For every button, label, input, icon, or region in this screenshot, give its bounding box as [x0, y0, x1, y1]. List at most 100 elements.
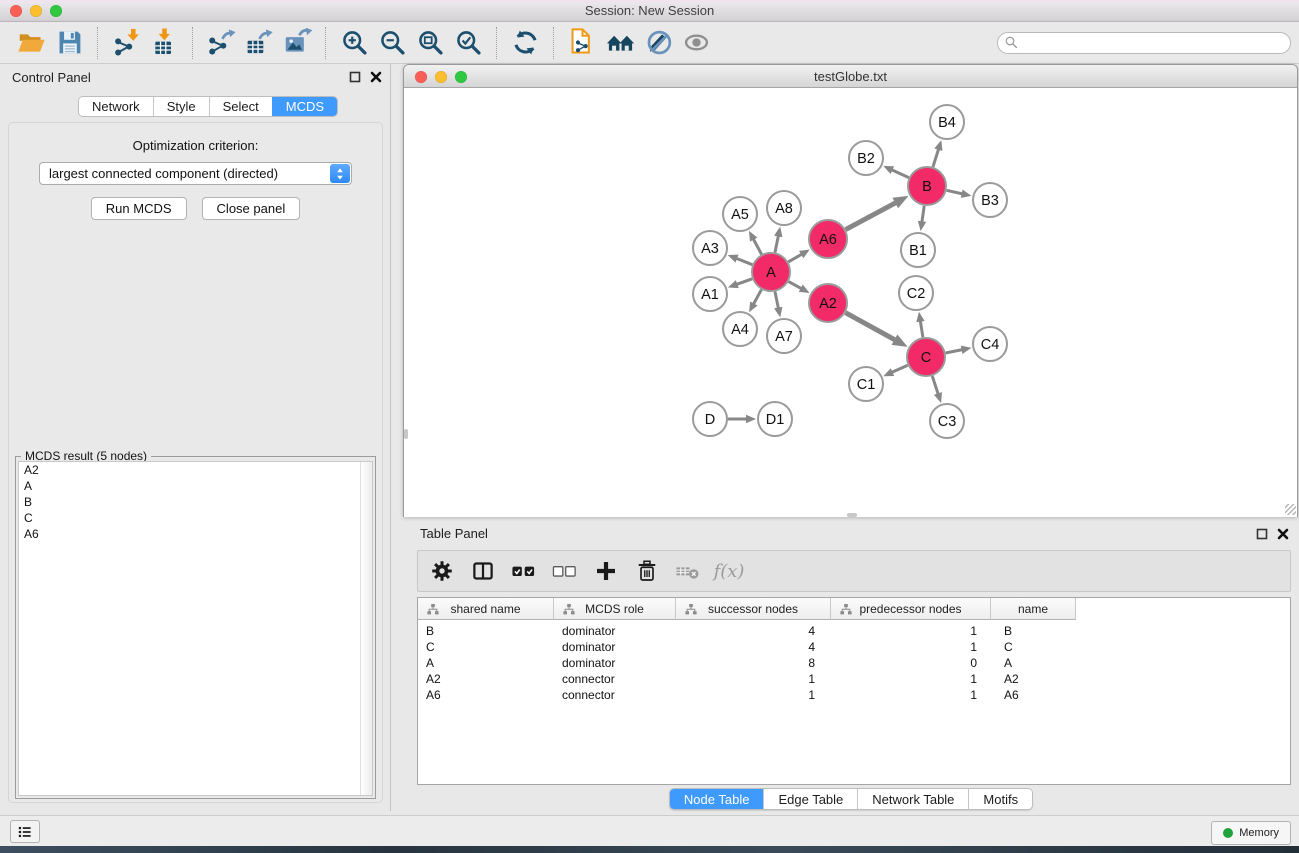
column-header-name[interactable]: name: [991, 598, 1076, 620]
graph-node-B[interactable]: B: [908, 167, 946, 205]
graph-edge-A6-B[interactable]: [846, 196, 909, 230]
tab-edge-table[interactable]: Edge Table: [763, 789, 857, 809]
horizontal-scroll-thumb[interactable]: [847, 513, 857, 517]
style-off-button[interactable]: [639, 26, 677, 60]
save-button[interactable]: [50, 26, 88, 60]
memory-button[interactable]: Memory: [1211, 821, 1291, 845]
graph-edge-C-C1[interactable]: [883, 365, 907, 376]
run-mcds-button[interactable]: Run MCDS: [91, 197, 187, 220]
export-network-button[interactable]: [202, 26, 240, 60]
graph-node-B2[interactable]: B2: [849, 141, 883, 175]
table-row-A6[interactable]: A6connector11A6: [418, 687, 1290, 703]
graph-edge-D-D1[interactable]: [728, 415, 756, 424]
graph-node-A1[interactable]: A1: [693, 277, 727, 311]
tab-node-table[interactable]: Node Table: [670, 789, 764, 809]
add-button[interactable]: [593, 558, 619, 584]
split-columns-button[interactable]: [470, 558, 496, 584]
graph-edge-A-A2[interactable]: [789, 282, 810, 293]
open-folder-button[interactable]: [12, 26, 50, 60]
resize-grip[interactable]: [1285, 504, 1296, 515]
table-row-C[interactable]: Cdominator41C: [418, 639, 1290, 655]
graph-node-C2[interactable]: C2: [899, 276, 933, 310]
select-all-button[interactable]: [511, 558, 537, 584]
graph-node-B3[interactable]: B3: [973, 183, 1007, 217]
tab-motifs[interactable]: Motifs: [968, 789, 1032, 809]
graph-edge-A-A6[interactable]: [788, 250, 810, 262]
result-list-scrollbar[interactable]: [360, 462, 372, 795]
clone-network-button[interactable]: [563, 26, 601, 60]
graph-node-C1[interactable]: C1: [849, 367, 883, 401]
graph-node-A4[interactable]: A4: [723, 312, 757, 346]
refresh-button[interactable]: [506, 26, 544, 60]
eye-button[interactable]: [677, 26, 715, 60]
graph-edge-B-B4[interactable]: [933, 140, 942, 167]
graph-node-A8[interactable]: A8: [767, 191, 801, 225]
export-table-button[interactable]: [240, 26, 278, 60]
import-table-button[interactable]: [145, 26, 183, 60]
graph-edge-B-B1[interactable]: [918, 206, 926, 231]
graph-edge-A-A4[interactable]: [749, 290, 761, 313]
graph-node-A[interactable]: A: [752, 253, 790, 291]
select-stepper[interactable]: [330, 164, 350, 183]
tab-select[interactable]: Select: [209, 97, 272, 116]
deselect-all-button[interactable]: [552, 558, 578, 584]
graph-node-A2[interactable]: A2: [809, 284, 847, 322]
graph-node-C3[interactable]: C3: [930, 404, 964, 438]
task-history-button[interactable]: [10, 820, 40, 843]
result-item[interactable]: A6: [19, 526, 372, 542]
table-row-B[interactable]: Bdominator41B: [418, 623, 1290, 639]
criterion-select[interactable]: largest connected component (directed): [39, 162, 352, 185]
graph-node-B1[interactable]: B1: [901, 233, 935, 267]
result-item[interactable]: C: [19, 510, 372, 526]
home-pair-button[interactable]: [601, 26, 639, 60]
column-header-mcds-role[interactable]: MCDS role: [554, 598, 676, 620]
graph-edge-A-A3[interactable]: [728, 255, 753, 265]
graph-edge-A2-C[interactable]: [846, 313, 908, 347]
search-input[interactable]: [997, 32, 1291, 54]
graph-node-B4[interactable]: B4: [930, 105, 964, 139]
float-panel-icon[interactable]: [349, 71, 361, 83]
graph-node-A5[interactable]: A5: [723, 197, 757, 231]
vertical-scroll-thumb[interactable]: [404, 429, 408, 439]
zoom-fit-button[interactable]: [411, 26, 449, 60]
zoom-in-button[interactable]: [335, 26, 373, 60]
graph-edge-A-A8[interactable]: [774, 227, 782, 253]
graph-edge-C-C2[interactable]: [916, 312, 924, 337]
float-table-panel-icon[interactable]: [1256, 528, 1268, 540]
graph-edge-A-A1[interactable]: [728, 279, 752, 288]
tab-network[interactable]: Network: [79, 97, 153, 116]
column-header-predecessor-nodes[interactable]: predecessor nodes: [831, 598, 991, 620]
delete-button[interactable]: [634, 558, 660, 584]
column-header-shared-name[interactable]: shared name: [418, 598, 554, 620]
result-item[interactable]: B: [19, 494, 372, 510]
graph-edge-B-B2[interactable]: [883, 166, 909, 178]
result-item[interactable]: A: [19, 478, 372, 494]
tab-network-table[interactable]: Network Table: [857, 789, 968, 809]
graph-edge-A-A7[interactable]: [774, 292, 782, 318]
result-item[interactable]: A2: [19, 462, 372, 478]
graph-node-A7[interactable]: A7: [767, 319, 801, 353]
zoom-out-button[interactable]: [373, 26, 411, 60]
delete-column-button[interactable]: [675, 558, 701, 584]
graph-edge-A-A5[interactable]: [749, 231, 762, 255]
close-table-panel-icon[interactable]: [1277, 528, 1289, 540]
graph-node-D1[interactable]: D1: [758, 402, 792, 436]
graph-node-C[interactable]: C: [907, 338, 945, 376]
function-button[interactable]: f(x): [716, 558, 742, 584]
graph-node-A6[interactable]: A6: [809, 220, 847, 258]
tab-style[interactable]: Style: [153, 97, 209, 116]
column-header-successor-nodes[interactable]: successor nodes: [676, 598, 831, 620]
gear-button[interactable]: [429, 558, 455, 584]
table-row-A[interactable]: Adominator80A: [418, 655, 1290, 671]
import-network-button[interactable]: [107, 26, 145, 60]
graph-node-C4[interactable]: C4: [973, 327, 1007, 361]
graph-edge-C-C4[interactable]: [946, 346, 972, 354]
network-window-titlebar[interactable]: testGlobe.txt: [404, 65, 1297, 88]
table-row-A2[interactable]: A2connector11A2: [418, 671, 1290, 687]
graph-edge-B-B3[interactable]: [947, 190, 972, 198]
export-image-button[interactable]: [278, 26, 316, 60]
graph-edge-C-C3[interactable]: [932, 376, 942, 403]
close-panel-button[interactable]: Close panel: [202, 197, 301, 220]
zoom-selected-button[interactable]: [449, 26, 487, 60]
graph-node-D[interactable]: D: [693, 402, 727, 436]
